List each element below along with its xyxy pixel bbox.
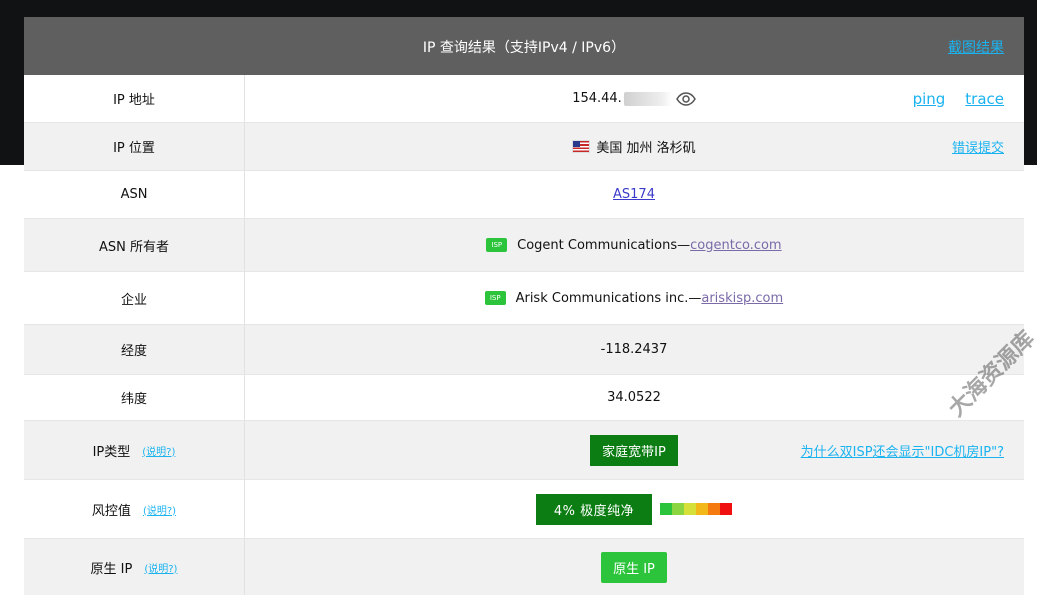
result-title: IP 查询结果（支持IPv4 / IPv6） — [422, 40, 626, 56]
label-ip-type-cell: IP类型 (说明?) — [24, 421, 245, 479]
location-text: 美国 加州 洛杉矶 — [596, 141, 696, 156]
value-risk-score: 4% 极度纯净 — [244, 480, 1024, 538]
row-ip-address: IP 地址 154.44. ping trace — [24, 75, 1024, 123]
label-risk-cell: 风控值 (说明?) — [24, 480, 245, 538]
value-latitude: 34.0522 — [607, 390, 661, 405]
company-name: Arisk Communications inc.— — [515, 290, 702, 306]
risk-bar-segment — [720, 503, 733, 515]
company-domain-link[interactable]: ariskisp.com — [701, 291, 783, 306]
label-ip-location: IP 位置 — [24, 123, 245, 170]
label-company: 企业 — [24, 272, 245, 324]
value-longitude: -118.2437 — [600, 342, 668, 357]
label-asn: ASN — [24, 171, 245, 218]
row-company: 企业 ISP Arisk Communications inc.— ariski… — [24, 272, 1024, 325]
ip-type-faq-link[interactable]: 为什么双ISP还会显示"IDC机房IP"? — [801, 441, 1004, 460]
ping-link[interactable]: ping — [913, 90, 946, 108]
label-native-cell: 原生 IP (说明?) — [24, 539, 245, 595]
risk-bar-segment — [660, 503, 673, 515]
row-asn: ASN AS174 — [24, 171, 1024, 219]
value-asn-owner: ISP Cogent Communications— cogentco.com — [244, 219, 1024, 271]
native-ip-badge: 原生 IP — [601, 551, 667, 583]
value-company: ISP Arisk Communications inc.— ariskisp.… — [244, 272, 1024, 324]
report-wrapper: 错误提交 — [952, 123, 1004, 170]
value-ip-address: 154.44. — [244, 75, 1024, 122]
ip-redacted-blur — [623, 91, 672, 106]
ip-address-text: 154.44. — [572, 91, 622, 106]
value-asn: AS174 — [244, 171, 1024, 218]
risk-score-badge: 4% 极度纯净 — [535, 493, 653, 525]
risk-bar-segment — [672, 503, 685, 515]
ip-type-help-link[interactable]: (说明?) — [142, 443, 175, 458]
isp-badge: ISP — [486, 238, 508, 252]
row-longitude: 经度 -118.2437 — [24, 325, 1024, 375]
risk-bar-segment — [684, 503, 697, 515]
ip-tools: ping trace — [913, 75, 1004, 122]
risk-level-bar — [660, 503, 733, 515]
value-native-ip: 原生 IP — [244, 539, 1024, 595]
native-help-link[interactable]: (说明?) — [144, 560, 177, 575]
label-ip-type: IP类型 — [92, 444, 131, 460]
result-header: IP 查询结果（支持IPv4 / IPv6） 截图结果 — [24, 17, 1024, 76]
asn-owner-name: Cogent Communications— — [517, 237, 691, 253]
row-latitude: 纬度 34.0522 — [24, 375, 1024, 421]
risk-bar-segment — [708, 503, 721, 515]
report-error-link[interactable]: 错误提交 — [952, 137, 1004, 156]
isp-badge: ISP — [484, 291, 506, 305]
trace-link[interactable]: trace — [965, 90, 1004, 108]
row-native-ip: 原生 IP (说明?) 原生 IP — [24, 539, 1024, 595]
risk-help-link[interactable]: (说明?) — [143, 502, 176, 517]
value-ip-location: 美国 加州 洛杉矶 — [244, 123, 1024, 170]
label-longitude: 经度 — [24, 325, 245, 374]
row-ip-location: IP 位置 美国 加州 洛杉矶 错误提交 — [24, 123, 1024, 171]
risk-bar-segment — [696, 503, 709, 515]
eye-icon[interactable] — [675, 91, 696, 106]
row-risk-score: 风控值 (说明?) 4% 极度纯净 — [24, 480, 1024, 539]
row-asn-owner: ASN 所有者 ISP Cogent Communications— cogen… — [24, 219, 1024, 272]
label-asn-owner: ASN 所有者 — [24, 219, 245, 271]
screenshot-link[interactable]: 截图结果 — [948, 37, 1004, 57]
ip-type-faq-wrapper: 为什么双ISP还会显示"IDC机房IP"? — [801, 421, 1004, 479]
label-ip-address: IP 地址 — [24, 75, 245, 122]
row-ip-type: IP类型 (说明?) 家庭宽带IP 为什么双ISP还会显示"IDC机房IP"? — [24, 421, 1024, 480]
us-flag-icon — [572, 140, 591, 153]
ip-result-panel: IP 查询结果（支持IPv4 / IPv6） 截图结果 IP 地址 154.44… — [24, 17, 1024, 595]
label-latitude: 纬度 — [24, 375, 245, 420]
asn-owner-domain-link[interactable]: cogentco.com — [690, 238, 781, 253]
label-risk-score: 风控值 — [91, 503, 131, 519]
ip-type-badge: 家庭宽带IP — [590, 434, 678, 466]
label-native-ip: 原生 IP — [90, 561, 133, 577]
asn-link[interactable]: AS174 — [613, 187, 655, 202]
